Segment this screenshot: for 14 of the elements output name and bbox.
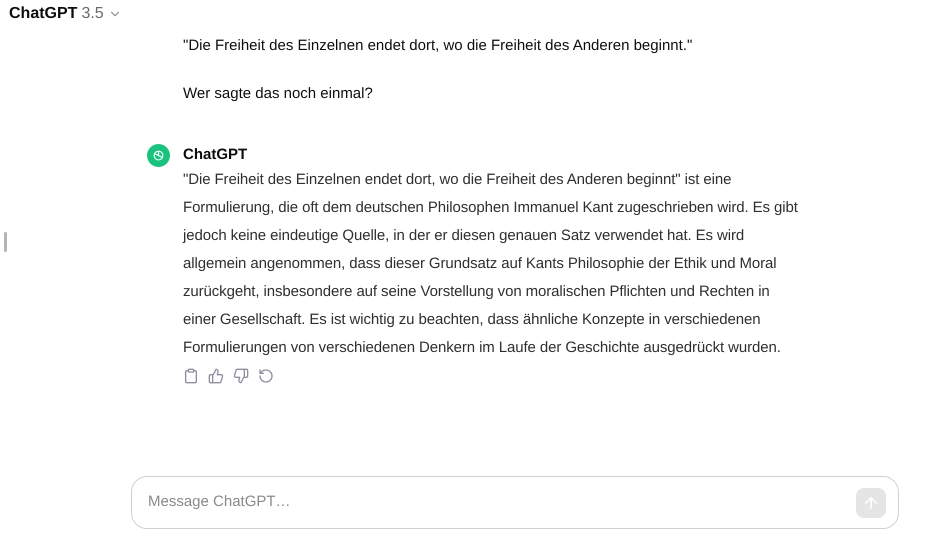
message-field[interactable]: Message ChatGPT… xyxy=(148,491,856,514)
regenerate-icon[interactable] xyxy=(258,368,274,384)
model-title: ChatGPT xyxy=(9,4,78,24)
user-message-text: "Die Freiheit des Einzelnen endet dort, wo die Freiheit des Anderen beginnt." xyxy=(183,36,694,56)
copy-icon[interactable] xyxy=(183,368,199,384)
assistant-message-text: "Die Freiheit des Einzelnen endet dort, wo die Freiheit des Anderen beginnt" ist eine Formulierung, die oft dem deutschen Philosophen Immanuel Kant zugeschrieben wird. Es gibt jedoch keine eindeutige Quelle, in der er diesen genauen Satz verwendet hat. Es wird allgemein angenommen, dass dieser Grundsatz auf Kants Philosophie der Ethik und Moral zurückgeht, insbesondere auf seine Vorstellung von moralischen Pflichten und Rechten in einer Gesellschaft. Es ist wichtig zu beachten, dass ähnliche Konzepte in verschiedenen Formulierungen von verschiedenen Denkern im Laufe der Geschichte ausgedrückt wurden. xyxy=(183,170,798,358)
thumbs-down-icon[interactable] xyxy=(233,368,249,384)
sidebar-handle[interactable] xyxy=(4,232,7,252)
model-version: 3.5 xyxy=(81,4,104,24)
user-message-text: Wer sagte das noch einmal? xyxy=(183,84,374,104)
assistant-avatar-icon xyxy=(147,144,170,167)
message-composer[interactable]: Message ChatGPT… xyxy=(131,476,899,529)
assistant-name: ChatGPT xyxy=(183,145,248,165)
thumbs-up-icon[interactable] xyxy=(208,368,224,384)
